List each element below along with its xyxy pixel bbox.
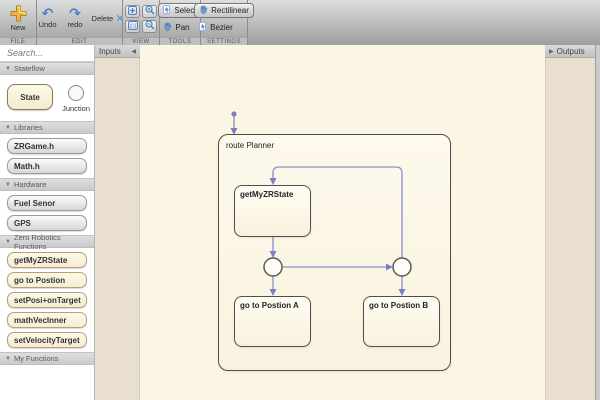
redo-button-label: redo: [68, 20, 83, 29]
section-header-zero-robotics-functions[interactable]: ▼ Zero Robotics Functions: [0, 235, 94, 248]
toolbar-spacer: [248, 0, 600, 45]
search-input[interactable]: [0, 48, 94, 58]
section-header-my-functions[interactable]: ▼ My Functions: [0, 352, 94, 365]
redo-arrow-icon: ↷: [69, 8, 81, 20]
chevron-down-icon: ▼: [5, 356, 11, 362]
cursor-icon: [163, 5, 171, 16]
chevron-down-icon: ▼: [5, 239, 11, 245]
toolbar-group-settings: Rectilinear Bezier SETTINGS: [201, 0, 248, 45]
outputs-panel-header[interactable]: ▶ Outputs: [545, 45, 595, 58]
palette-item-zrgame-h[interactable]: ZRGame.h: [7, 138, 87, 154]
palette-item-getmyzrstate[interactable]: getMyZRState: [7, 252, 87, 268]
hand-icon: [199, 5, 208, 16]
palette-item-setvelocitytarget[interactable]: setVelocityTarget: [7, 332, 87, 348]
arrowhead-icon: [399, 289, 406, 296]
junction-icon: [68, 85, 84, 101]
fit-view-button[interactable]: [125, 5, 140, 18]
palette-sidebar: ▼ Stateflow State Junction ▼ Libraries Z…: [0, 45, 95, 400]
rectilinear-mode-button[interactable]: Rectilinear: [194, 3, 254, 18]
palette-item-fuel-senor[interactable]: Fuel Senor: [7, 195, 87, 211]
actual-size-icon: 1:1: [128, 17, 138, 35]
arrowhead-icon: [270, 251, 277, 258]
palette-item-junction[interactable]: Junction: [62, 85, 90, 113]
toolbar-group-file: New FILE: [0, 0, 37, 45]
transition-layer: [140, 45, 545, 400]
state-getmyzrstate[interactable]: getMyZRState: [234, 185, 311, 237]
palette-item-go-to-postion[interactable]: go to Postion: [7, 272, 87, 288]
toolbar-group-edit: ↶ Undo ↷ redo Delete ✕ EDIT: [37, 0, 123, 45]
new-button-label: New: [10, 23, 25, 32]
new-button[interactable]: New: [6, 5, 31, 32]
plus-icon: [10, 5, 27, 23]
actual-size-button[interactable]: 1:1: [125, 20, 140, 33]
section-header-stateflow[interactable]: ▼ Stateflow: [0, 62, 94, 75]
bezier-mode-button[interactable]: Bezier: [194, 20, 254, 35]
vertical-scrollbar[interactable]: [595, 45, 600, 400]
collapse-left-icon: ◀: [131, 48, 136, 55]
inputs-panel-body: [95, 58, 140, 400]
palette-item-gps[interactable]: GPS: [7, 215, 87, 231]
stateflow-palette-row: State Junction: [0, 75, 94, 121]
redo-button[interactable]: ↷ redo: [64, 8, 87, 29]
arrowhead-icon: [231, 128, 238, 135]
expand-right-icon: ▶: [549, 48, 554, 55]
section-header-libraries[interactable]: ▼ Libraries: [0, 121, 94, 134]
delete-button-label: Delete: [92, 14, 114, 23]
inputs-panel-label: Inputs: [99, 47, 121, 56]
toolbar-group-label-settings: SETTINGS: [201, 37, 247, 45]
junction-1[interactable]: [264, 258, 282, 276]
outputs-panel-label: Outputs: [557, 47, 585, 56]
toolbar: New FILE ↶ Undo ↷ redo Delete ✕ E: [0, 0, 600, 45]
palette-item-mathvecinner[interactable]: mathVecInner: [7, 312, 87, 328]
state-go-to-postion-a[interactable]: go to Postion A: [234, 296, 311, 347]
toolbar-group-label-file: FILE: [0, 37, 36, 45]
zoom-out-icon: [145, 17, 155, 35]
search-row: [0, 45, 94, 62]
state-go-to-postion-b[interactable]: go to Postion B: [363, 296, 440, 347]
initial-transition-dot[interactable]: [231, 111, 236, 116]
palette-item-state[interactable]: State: [7, 84, 53, 110]
arrowhead-icon: [386, 264, 393, 271]
chevron-down-icon: ▼: [5, 125, 11, 131]
hand-icon: [163, 22, 172, 33]
toolbar-group-label-view: VIEW: [123, 37, 159, 45]
rectilinear-mode-label: Rectilinear: [211, 6, 249, 15]
junction-label: Junction: [62, 104, 90, 113]
chevron-down-icon: ▼: [5, 66, 11, 72]
section-header-hardware[interactable]: ▼ Hardware: [0, 178, 94, 191]
inputs-panel-header[interactable]: Inputs ◀: [95, 45, 140, 58]
chevron-down-icon: ▼: [5, 182, 11, 188]
arrowhead-icon: [270, 289, 277, 296]
palette-item-math-h[interactable]: Math.h: [7, 158, 87, 174]
undo-button-label: Undo: [39, 20, 57, 29]
toolbar-group-label-tools: TOOLS: [160, 37, 200, 45]
svg-text:1:1: 1:1: [129, 24, 136, 30]
delete-button[interactable]: Delete ✕: [92, 12, 125, 25]
toolbar-group-label-edit: EDIT: [37, 37, 122, 45]
arrowhead-icon: [270, 178, 277, 185]
stateflow-editor-window: New FILE ↶ Undo ↷ redo Delete ✕ E: [0, 0, 600, 400]
bezier-mode-label: Bezier: [210, 23, 233, 32]
diagram-canvas[interactable]: route Planner getMyZRSta: [140, 45, 545, 400]
palette-item-setpositiontarget[interactable]: setPosi+onTarget: [7, 292, 87, 308]
cursor-icon: [199, 22, 207, 33]
outputs-panel-body: [545, 58, 595, 400]
undo-arrow-icon: ↶: [42, 8, 54, 20]
junction-2[interactable]: [393, 258, 411, 276]
undo-button[interactable]: ↶ Undo: [35, 8, 61, 29]
pan-tool-label: Pan: [175, 23, 189, 32]
